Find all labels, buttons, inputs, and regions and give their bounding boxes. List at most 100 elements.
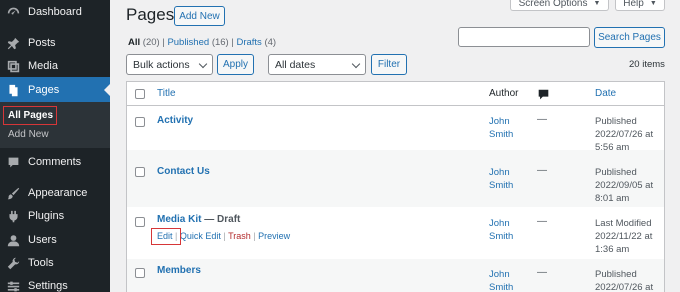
menu-posts[interactable]: Posts xyxy=(0,31,110,55)
menu-pages-label: Pages xyxy=(28,84,60,96)
pages-table: Title Author Date Activity John Smith — … xyxy=(126,81,665,292)
comments-count: — xyxy=(537,165,547,176)
date-value: 2022/07/26 at xyxy=(595,129,654,140)
dates-value: All dates xyxy=(275,58,316,71)
brush-icon xyxy=(6,186,20,200)
menu-appearance-label: Appearance xyxy=(28,187,88,199)
page-title-link[interactable]: Contact Us xyxy=(157,166,210,177)
author-first: John xyxy=(489,167,510,178)
dashboard-icon xyxy=(6,5,20,19)
dates-select[interactable]: All dates xyxy=(268,54,366,75)
table-row: Members John Smith — Published 2022/07/2… xyxy=(127,259,664,292)
separator: | xyxy=(253,231,256,241)
filter-all[interactable]: All xyxy=(128,37,140,48)
row-checkbox[interactable] xyxy=(135,268,145,278)
menu-comments-label: Comments xyxy=(28,156,82,168)
menu-users-label: Users xyxy=(28,234,57,246)
separator: | xyxy=(223,231,226,241)
help-button[interactable]: Help ▼ xyxy=(615,0,665,11)
filter-all-count: (20) xyxy=(142,37,160,48)
author-first: John xyxy=(489,218,510,229)
wrench-icon xyxy=(6,256,20,270)
menu-settings[interactable]: Settings xyxy=(0,274,110,292)
author-link[interactable]: John Smith xyxy=(489,115,529,141)
add-new-button[interactable]: Add New xyxy=(174,6,225,26)
filter-published[interactable]: Published xyxy=(167,37,209,48)
table-row: Media Kit — Draft Edit | Quick Edit | Tr… xyxy=(127,207,664,259)
menu-dashboard[interactable]: Dashboard xyxy=(0,0,110,24)
date-cell: Published 2022/09/05 at 8:01 am xyxy=(595,166,653,205)
menu-media-label: Media xyxy=(28,60,58,72)
column-title[interactable]: Title xyxy=(157,88,176,99)
menu-pages[interactable]: Pages xyxy=(0,77,110,103)
filter-drafts-count: (4) xyxy=(264,37,277,48)
author-last: Smith xyxy=(489,129,514,140)
menu-tools[interactable]: Tools xyxy=(0,251,110,275)
comments-count: — xyxy=(537,114,547,125)
date-cell: Published 2022/07/26 at xyxy=(595,268,653,292)
filter-drafts[interactable]: Drafts xyxy=(236,37,261,48)
date-status: Published xyxy=(595,167,637,178)
author-last: Smith xyxy=(489,180,514,191)
menu-media[interactable]: Media xyxy=(0,54,110,78)
status-filters: All (20) | Published (16) | Drafts (4) xyxy=(128,37,276,48)
separator: | xyxy=(162,37,165,48)
comment-icon xyxy=(538,88,549,103)
bulk-actions-select[interactable]: Bulk actions xyxy=(126,54,213,75)
author-first: John xyxy=(489,116,510,127)
row-checkbox[interactable] xyxy=(135,217,145,227)
author-last: Smith xyxy=(489,231,514,242)
media-icon xyxy=(6,59,20,73)
highlight-all-pages xyxy=(3,106,57,125)
plugin-icon xyxy=(6,209,20,223)
users-icon xyxy=(6,233,20,247)
page-title-link[interactable]: Activity xyxy=(157,115,193,126)
search-pages-button[interactable]: Search Pages xyxy=(594,27,665,48)
items-count: 20 items xyxy=(629,59,665,70)
screen-options-button[interactable]: Screen Options ▼ xyxy=(510,0,609,11)
draft-state: — Draft xyxy=(204,214,241,225)
search-input[interactable] xyxy=(458,27,590,47)
separator: | xyxy=(231,37,234,48)
highlight-edit-link xyxy=(151,228,181,245)
page-title-link[interactable]: Members xyxy=(157,265,201,276)
page-title: Pages xyxy=(126,5,175,24)
date-status: Last Modified xyxy=(595,218,652,229)
bulk-actions-value: Bulk actions xyxy=(133,58,190,71)
apply-button[interactable]: Apply xyxy=(217,54,254,75)
screen-options-label: Screen Options xyxy=(518,0,588,9)
chevron-down-icon xyxy=(198,59,208,69)
filter-button[interactable]: Filter xyxy=(371,54,407,75)
menu-comments[interactable]: Comments xyxy=(0,150,110,174)
settings-icon xyxy=(6,279,20,292)
author-link[interactable]: John Smith xyxy=(489,217,529,243)
select-all-checkbox[interactable] xyxy=(135,89,145,99)
menu-tools-label: Tools xyxy=(28,257,54,269)
preview-link[interactable]: Preview xyxy=(258,231,290,241)
date-value: 2022/07/26 at xyxy=(595,282,654,292)
help-label: Help xyxy=(623,0,644,9)
quick-edit-link[interactable]: Quick Edit xyxy=(180,231,221,241)
caret-down-icon: ▼ xyxy=(593,0,601,7)
author-link[interactable]: John Smith xyxy=(489,166,529,192)
comment-icon xyxy=(6,155,20,169)
date-status: Published xyxy=(595,116,637,127)
page-title-link[interactable]: Media Kit xyxy=(157,214,201,225)
pin-icon xyxy=(6,36,20,50)
submenu-add-new[interactable]: Add New xyxy=(8,129,49,140)
row-checkbox[interactable] xyxy=(135,117,145,127)
menu-plugins[interactable]: Plugins xyxy=(0,204,110,228)
author-link[interactable]: John Smith xyxy=(489,268,529,292)
menu-users[interactable]: Users xyxy=(0,228,110,252)
table-row: Activity John Smith — Published 2022/07/… xyxy=(127,106,664,153)
menu-appearance[interactable]: Appearance xyxy=(0,181,110,205)
column-date[interactable]: Date xyxy=(595,88,616,99)
active-indicator xyxy=(104,84,110,96)
date-value: 2022/09/05 at xyxy=(595,180,654,191)
time-value: 1:36 am xyxy=(595,244,630,255)
row-checkbox[interactable] xyxy=(135,167,145,177)
column-author: Author xyxy=(489,88,519,99)
table-header: Title Author Date xyxy=(127,82,664,106)
trash-link[interactable]: Trash xyxy=(228,231,251,241)
chevron-down-icon xyxy=(351,59,361,69)
